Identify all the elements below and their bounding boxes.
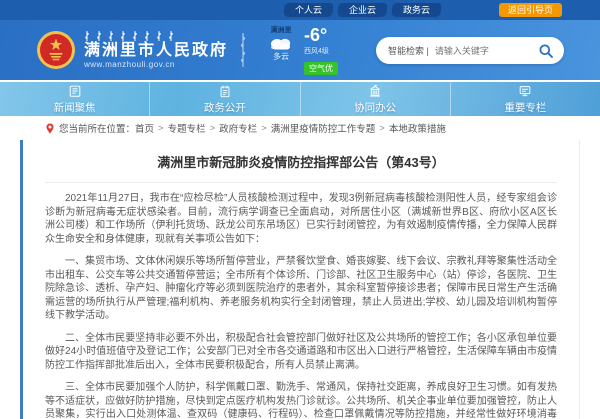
weather-city: 满洲里 bbox=[271, 25, 292, 35]
site-url: www.manzhouli.gov.cn bbox=[84, 60, 228, 69]
breadcrumb-gov-column[interactable]: 政府专栏 bbox=[219, 121, 257, 135]
weather-condition: 多云 bbox=[273, 51, 289, 62]
site-title: 满洲里市人民政府 bbox=[84, 42, 228, 60]
nav-item-news[interactable]: 新闻聚焦 bbox=[0, 82, 150, 116]
article-container: 满洲里市新冠肺炎疫情防控指挥部公告（第43号） 2021年11月27日，我市在“… bbox=[20, 140, 580, 419]
weather-condition-block: 满洲里 多云 bbox=[268, 25, 294, 62]
tab-government-cloud[interactable]: 政务云 bbox=[391, 3, 441, 17]
nav-item-gov-affairs[interactable]: 政务公开 bbox=[150, 82, 300, 116]
article-title: 满洲里市新冠肺炎疫情防控指挥部公告（第43号） bbox=[45, 146, 557, 183]
main-nav: 新闻聚焦 政务公开 协同办公 bbox=[0, 80, 600, 116]
back-to-guide-button[interactable]: 返回引导页 bbox=[499, 3, 562, 17]
breadcrumb: 您当前所在位置： 首页 > 专题专栏 > 政府专栏 > 满洲里疫情防控工作专题 … bbox=[0, 116, 600, 140]
search-icon[interactable] bbox=[538, 43, 554, 59]
logo-text-block: 满洲里市人民政府 www.manzhouli.gov.cn bbox=[84, 31, 228, 69]
air-quality-badge: 空气优 bbox=[304, 62, 338, 75]
article-paragraph-item3: 三、全体市民要加强个人防护，科学佩戴口罩、勤洗手、常通风，保持社交距离，养成良好… bbox=[45, 381, 557, 419]
top-utility-bar: 个人云 企业云 政务云 返回引导页 bbox=[0, 0, 600, 20]
article-paragraph-item2: 二、全体市民要坚持非必要不外出，积极配合社会管控部门做好社区及公共场所的管控工作… bbox=[45, 332, 557, 373]
search-bar: 智能检索 | bbox=[376, 37, 564, 64]
article-paragraph-item1: 一、集贸市场、文体休闲娱乐等场所暂停营业，严禁餐饮堂食、婚丧嫁娶、线下会议、宗教… bbox=[45, 255, 557, 323]
article-paragraph-intro: 2021年11月27日，我市在“应检尽检”人员核酸检测过程中，发现3例新冠病毒核… bbox=[45, 192, 557, 246]
search-input[interactable] bbox=[435, 46, 538, 56]
weather-detail-block: -6° 西风4级 空气优 bbox=[304, 25, 338, 76]
building-icon bbox=[368, 84, 382, 98]
monitor-icon bbox=[518, 84, 532, 98]
newspaper-icon bbox=[68, 84, 82, 98]
mongolian-vertical-script-icon bbox=[238, 33, 248, 67]
article-body: 2021年11月27日，我市在“应检尽检”人员核酸检测过程中，发现3例新冠病毒核… bbox=[45, 192, 557, 419]
site-header: 满洲里市人民政府 www.manzhouli.gov.cn 满洲里 多云 -6°… bbox=[0, 20, 600, 80]
breadcrumb-local-policies[interactable]: 本地政策措施 bbox=[389, 121, 446, 135]
document-icon bbox=[218, 84, 232, 98]
site-logo[interactable]: 满洲里市人民政府 www.manzhouli.gov.cn bbox=[36, 30, 228, 70]
search-label: 智能检索 | bbox=[388, 44, 429, 57]
cloud-icon bbox=[268, 35, 294, 50]
location-pin-icon bbox=[45, 122, 55, 135]
breadcrumb-special-topics[interactable]: 专题专栏 bbox=[168, 121, 206, 135]
weather-wind: 西风4级 bbox=[304, 46, 338, 56]
nav-item-collaboration[interactable]: 协同办公 bbox=[301, 82, 451, 116]
tab-personal-cloud[interactable]: 个人云 bbox=[283, 3, 333, 17]
breadcrumb-epidemic-topic[interactable]: 满洲里疫情防控工作专题 bbox=[271, 121, 376, 135]
weather-temperature: -6° bbox=[304, 25, 338, 45]
nav-item-special-columns[interactable]: 重要专栏 bbox=[451, 82, 600, 116]
mongolian-script-icon bbox=[84, 31, 184, 41]
breadcrumb-home[interactable]: 首页 bbox=[135, 121, 154, 135]
weather-widget: 满洲里 多云 -6° 西风4级 空气优 bbox=[268, 25, 338, 76]
national-emblem-icon bbox=[36, 30, 76, 70]
breadcrumb-prefix: 您当前所在位置： bbox=[59, 121, 135, 135]
tab-enterprise-cloud[interactable]: 企业云 bbox=[337, 3, 387, 17]
